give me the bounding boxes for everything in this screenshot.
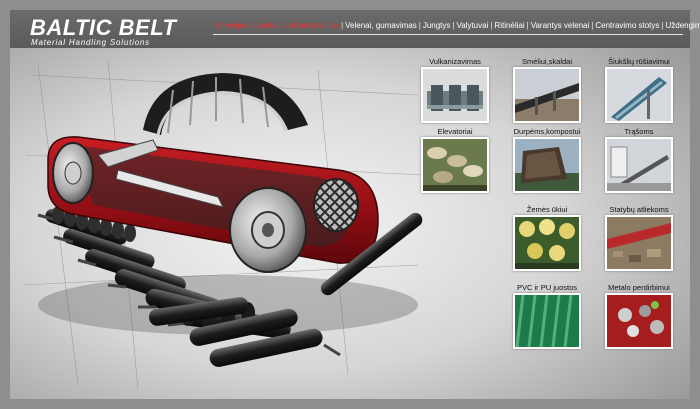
category-label[interactable]: Smėliui,skaldai: [507, 56, 587, 67]
category-label[interactable]: Vulkanizavimas: [415, 56, 495, 67]
category-tile-elevatoriai[interactable]: Elevatoriai: [415, 126, 495, 193]
category-label[interactable]: Metalo perdirbimui: [599, 282, 679, 293]
category-thumbnail[interactable]: [513, 67, 581, 123]
top-navigation: Konvejerio juostos, vulkanizavimas | Vel…: [213, 21, 700, 30]
category-tile-zemes-ukiui[interactable]: Žemės ūkiui: [507, 204, 587, 271]
category-thumbnail[interactable]: [605, 215, 673, 271]
category-tile-smeliui-skaldai[interactable]: Smėliui,skaldai: [507, 56, 587, 123]
category-tile-trasoms[interactable]: Trąšoms: [599, 126, 679, 193]
category-tile-durpems-kompostui[interactable]: Durpėms,kompostui: [507, 126, 587, 193]
brand-tagline: Material Handling Solutions: [31, 38, 150, 47]
category-label[interactable]: Šiukšlių rūšiavimui: [599, 56, 679, 67]
category-tile-pvc-pu-juostos[interactable]: PVC ir PU juostos: [507, 282, 587, 349]
nav-item-uzdengimai[interactable]: Uždengimai: [663, 21, 700, 30]
category-label[interactable]: Trąšoms: [599, 126, 679, 137]
category-thumbnail[interactable]: [605, 67, 673, 123]
nav-item-jungtys[interactable]: Jungtys: [421, 21, 453, 30]
category-thumbnail[interactable]: [605, 293, 673, 349]
nav-item-valytuvai[interactable]: Valytuvai: [454, 21, 490, 30]
nav-underline: [213, 34, 683, 35]
category-thumbnail[interactable]: [513, 215, 581, 271]
nav-item-velenai[interactable]: Velenai, gumavimas: [343, 21, 419, 30]
category-tile-siuksliu-rusiavimui[interactable]: Šiukšlių rūšiavimui: [599, 56, 679, 123]
nav-item-konvejerio-juostos[interactable]: Konvejerio juostos, vulkanizavimas: [213, 21, 341, 30]
category-label[interactable]: Elevatoriai: [415, 126, 495, 137]
nav-item-varantys-velenai[interactable]: Varantys velenai: [529, 21, 592, 30]
category-thumbnail[interactable]: [513, 293, 581, 349]
category-tile-metalo-perdirbimui[interactable]: Metalo perdirbimui: [599, 282, 679, 349]
category-label[interactable]: Statybų atliekoms: [599, 204, 679, 215]
nav-item-ritineliai[interactable]: Ritinėliai: [492, 21, 526, 30]
category-tile-statybu-atliekoms[interactable]: Statybų atliekoms: [599, 204, 679, 271]
conveyor-illustration: [18, 55, 428, 400]
category-label[interactable]: Durpėms,kompostui: [507, 126, 587, 137]
category-tile-vulkanizavimas[interactable]: Vulkanizavimas: [415, 56, 495, 123]
category-label[interactable]: Žemės ūkiui: [507, 204, 587, 215]
category-thumbnail[interactable]: [421, 137, 489, 193]
category-thumbnail[interactable]: [421, 67, 489, 123]
nav-item-centravimo-stotys[interactable]: Centravimo stotys: [593, 21, 661, 30]
category-thumbnail[interactable]: [513, 137, 581, 193]
category-label[interactable]: PVC ir PU juostos: [507, 282, 587, 293]
category-thumbnail[interactable]: [605, 137, 673, 193]
